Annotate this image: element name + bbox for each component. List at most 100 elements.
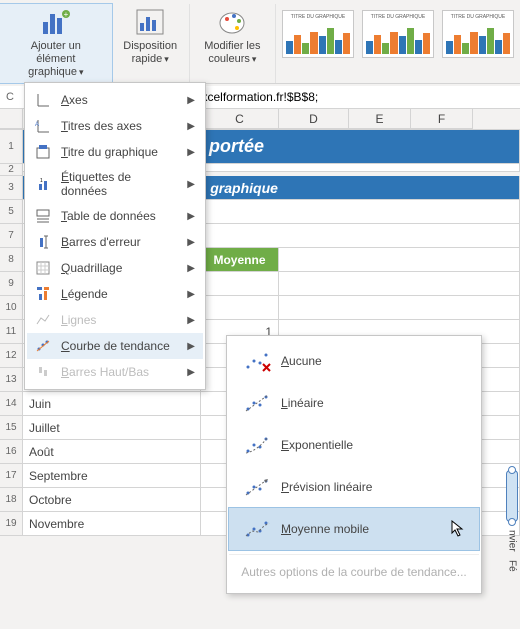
menu-item-barres-d-erreur[interactable]: Barres d'erreur▶ <box>27 229 203 255</box>
ribbon: + Ajouter un élément graphique▾ Disposit… <box>0 0 520 84</box>
menu-icon <box>35 260 51 276</box>
row-header[interactable]: 9 <box>0 272 23 296</box>
cell[interactable] <box>201 272 279 296</box>
menu-item-titre-du-graphique[interactable]: Titre du graphique▶ <box>27 139 203 165</box>
trendline-icon <box>243 518 271 540</box>
submenu-arrow-icon: ▶ <box>187 211 195 222</box>
trendline-option-lin-aire[interactable]: Linéaire <box>229 382 479 424</box>
menu-label: Étiquettes de données <box>61 170 177 198</box>
menu-item--tiquettes-de-donn-es[interactable]: 1 Étiquettes de données ▶ <box>27 165 203 203</box>
chart-selection-handle[interactable]: nvier Fé <box>506 470 518 571</box>
menu-item-l-gende[interactable]: Légende ▶ <box>27 281 203 307</box>
chart-style-thumb[interactable]: TITRE DU GRAPHIQUE <box>282 10 354 58</box>
cursor-icon <box>451 520 465 538</box>
ribbon-quick-layout[interactable]: Disposition rapide▾ <box>112 4 190 83</box>
menu-label: Courbe de tendance <box>61 339 177 353</box>
menu-label: Titre du graphique <box>61 145 177 159</box>
chevron-down-icon: ▾ <box>79 67 84 77</box>
row-header[interactable]: 15 <box>0 416 23 440</box>
menu-icon <box>35 234 51 250</box>
menu-item-axes[interactable]: Axes ▶ <box>27 87 203 113</box>
menu-label: Barres Haut/Bas <box>61 365 177 379</box>
more-trendline-options[interactable]: Autres options de la courbe de tendance.… <box>229 554 479 589</box>
menu-label: Linéaire <box>281 396 465 410</box>
chart-style-thumb[interactable]: TITRE DU GRAPHIQUE <box>442 10 514 58</box>
trendline-icon <box>243 476 271 498</box>
ribbon-add-chart-element[interactable]: + Ajouter un élément graphique▾ <box>0 3 113 84</box>
row-header[interactable]: 2 <box>0 164 23 176</box>
row-header[interactable]: 8 <box>0 248 23 272</box>
chart-style-gallery: TITRE DU GRAPHIQUE TITRE DU GRAPHIQUE TI… <box>276 4 520 62</box>
row-header[interactable]: 19 <box>0 512 23 536</box>
col-header[interactable]: F <box>411 109 473 129</box>
menu-label: Exponentielle <box>281 438 465 452</box>
menu-icon <box>35 338 51 354</box>
trendline-option-exponentielle[interactable]: Exponentielle <box>229 424 479 466</box>
row-header[interactable]: 7 <box>0 224 23 248</box>
col-header[interactable]: C <box>201 109 279 129</box>
quick-layout-icon <box>134 6 166 38</box>
menu-label: Quadrillage <box>61 261 177 275</box>
menu-item-table-de-donn-es[interactable]: Table de données ▶ <box>27 203 203 229</box>
select-all-corner[interactable] <box>0 109 23 129</box>
chart-style-thumb[interactable]: TITRE DU GRAPHIQUE <box>362 10 434 58</box>
row-header[interactable]: 13 <box>0 368 23 392</box>
row-header[interactable]: 3 <box>0 176 23 200</box>
menu-icon <box>35 144 51 160</box>
menu-item-quadrillage[interactable]: Quadrillage ▶ <box>27 255 203 281</box>
menu-label: Axes <box>61 93 177 107</box>
submenu-arrow-icon: ▶ <box>187 179 195 190</box>
menu-label: Prévision linéaire <box>281 480 465 494</box>
axis-label-fragment: nvier <box>507 530 518 552</box>
menu-label: Légende <box>61 287 177 301</box>
menu-label: Barres d'erreur <box>61 235 177 249</box>
trendline-icon <box>243 434 271 456</box>
submenu-arrow-icon: ▶ <box>187 95 195 106</box>
trendline-option-moyenne-mobile[interactable]: Moyenne mobile <box>228 507 480 551</box>
svg-text:A: A <box>35 122 39 128</box>
menu-label: Lignes <box>61 313 177 327</box>
palette-icon <box>216 6 248 38</box>
axis-label-fragment: Fé <box>507 560 518 572</box>
chevron-down-icon: ▾ <box>164 54 169 64</box>
menu-icon <box>35 312 51 328</box>
submenu-arrow-icon: ▶ <box>187 315 195 326</box>
menu-item-titres-des-axes[interactable]: ATitres des axes▶ <box>27 113 203 139</box>
menu-icon: 1 <box>35 176 51 192</box>
row-header[interactable]: 18 <box>0 488 23 512</box>
col-header[interactable]: E <box>349 109 411 129</box>
trendline-option-aucune[interactable]: Aucune <box>229 340 479 382</box>
menu-item-lignes: Lignes ▶ <box>27 307 203 333</box>
submenu-arrow-icon: ▶ <box>187 121 195 132</box>
menu-icon <box>35 286 51 302</box>
ribbon-quick-layout-label: Disposition rapide▾ <box>122 40 179 66</box>
trendline-icon <box>243 392 271 414</box>
row-header[interactable]: 1 <box>0 130 23 164</box>
row-header[interactable]: 5 <box>0 200 23 224</box>
table-header-moyenne: Moyenne <box>201 248 279 272</box>
menu-item-courbe-de-tendance[interactable]: Courbe de tendance▶ <box>27 333 203 359</box>
menu-icon <box>35 208 51 224</box>
row-header[interactable]: 14 <box>0 392 23 416</box>
row-header[interactable]: 11 <box>0 320 23 344</box>
row-header[interactable]: 12 <box>0 344 23 368</box>
ribbon-change-colors-label: Modifier les couleurs▾ <box>200 40 265 66</box>
row-header[interactable]: 16 <box>0 440 23 464</box>
menu-label: Table de données <box>61 209 177 223</box>
menu-icon: A <box>35 118 51 134</box>
submenu-arrow-icon: ▶ <box>187 367 195 378</box>
ribbon-add-element-label: Ajouter un élément graphique▾ <box>10 40 102 79</box>
chart-element-icon: + <box>40 6 72 38</box>
col-header[interactable]: D <box>279 109 349 129</box>
menu-label: Aucune <box>281 354 465 368</box>
trendline-icon <box>243 350 271 372</box>
submenu-arrow-icon: ▶ <box>187 263 195 274</box>
ribbon-change-colors[interactable]: Modifier les couleurs▾ <box>190 4 276 83</box>
menu-icon <box>35 92 51 108</box>
submenu-arrow-icon: ▶ <box>187 289 195 300</box>
menu-icon <box>35 364 51 380</box>
row-header[interactable]: 10 <box>0 296 23 320</box>
row-header[interactable]: 17 <box>0 464 23 488</box>
trendline-option-pr-vision-lin-aire[interactable]: Prévision linéaire <box>229 466 479 508</box>
chevron-down-icon: ▾ <box>252 54 257 64</box>
